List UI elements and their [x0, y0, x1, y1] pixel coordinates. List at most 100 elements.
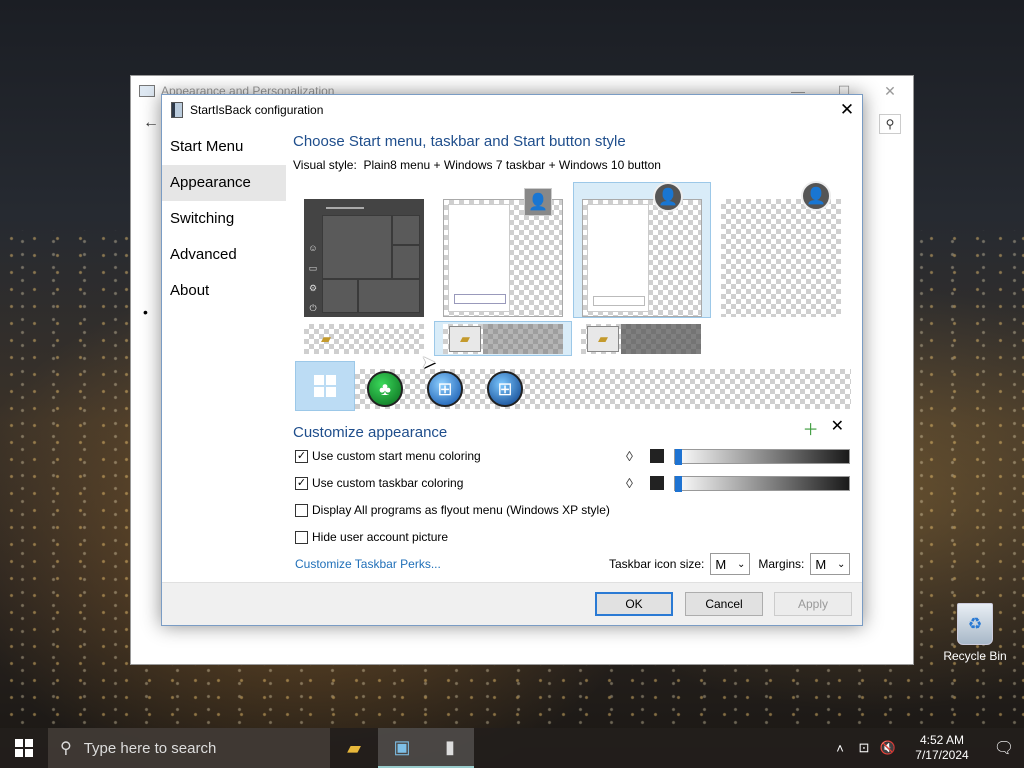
cancel-button[interactable]: Cancel: [685, 592, 763, 616]
option-custom-taskbar-coloring[interactable]: ✓ Use custom taskbar coloring: [295, 476, 463, 490]
mouse-cursor-icon: ➤: [421, 352, 437, 372]
start-button-win7-alt[interactable]: ⊞: [485, 369, 525, 409]
folder-icon: ▰: [587, 326, 619, 352]
search-icon: ⚲: [60, 740, 72, 757]
add-button-icon[interactable]: ＋: [803, 416, 819, 440]
recycle-bin[interactable]: ♻ Recycle Bin: [942, 603, 1008, 663]
clover-orb-icon: ♣: [367, 371, 403, 407]
visual-style-value: Plain8 menu + Windows 7 taskbar + Window…: [363, 158, 661, 172]
close-button[interactable]: ✕: [867, 76, 913, 106]
option-label: Use custom taskbar coloring: [312, 476, 464, 490]
opacity-drop-icon: ◊: [626, 475, 633, 491]
checkbox-taskbar-coloring[interactable]: ✓: [295, 476, 308, 490]
apply-button[interactable]: Apply: [774, 592, 852, 616]
taskbar: ⚲ Type here to search ▰ ▣ ▮ ˄ ⊡ 🔇 4:52 A…: [0, 728, 1024, 768]
opacity-drop-icon: ◊: [626, 448, 633, 464]
color-swatch[interactable]: [650, 449, 664, 463]
start-menu-style-transparent[interactable]: 👤: [721, 181, 841, 317]
icon-size-value: M: [715, 556, 727, 572]
checkbox-hide-picture[interactable]: [295, 530, 308, 544]
content-area: Choose Start menu, taskbar and Start but…: [293, 133, 853, 172]
chevron-down-icon: ⌄: [837, 558, 846, 570]
style-heading: Choose Start menu, taskbar and Start but…: [293, 133, 626, 150]
recycle-bin-icon: ♻: [957, 603, 993, 645]
recycle-bin-label: Recycle Bin: [943, 649, 1007, 663]
taskbar-style-win7[interactable]: ▰: [443, 324, 563, 354]
start-button[interactable]: [0, 728, 48, 768]
taskbar-style-1[interactable]: ▰: [304, 324, 424, 354]
win7-alt-orb-icon: ⊞: [487, 371, 523, 407]
option-label: Use custom start menu coloring: [312, 449, 481, 463]
search-icon[interactable]: ⚲: [879, 114, 901, 134]
icon-size-select[interactable]: M ⌄: [710, 553, 751, 575]
clock[interactable]: 4:52 AM 7/17/2024: [906, 733, 978, 763]
option-label: Display All programs as flyout menu (Win…: [312, 503, 610, 517]
windows-logo-icon: [15, 739, 33, 757]
search-placeholder: Type here to search: [83, 739, 217, 757]
user-avatar-icon: 👤: [801, 181, 831, 211]
customize-taskbar-perks-link[interactable]: Customize Taskbar Perks...: [295, 557, 441, 571]
nav-item-start-menu[interactable]: Start Menu: [162, 129, 286, 165]
control-panel-taskbar-icon[interactable]: ▣: [378, 728, 426, 768]
network-icon[interactable]: ⊡: [852, 740, 876, 756]
margins-select[interactable]: M ⌄: [810, 553, 851, 575]
margins-value: M: [815, 556, 827, 572]
checkbox-start-coloring[interactable]: ✓: [295, 449, 308, 463]
clock-time: 4:52 AM: [919, 733, 965, 747]
taskbar-search-box[interactable]: ⚲ Type here to search: [48, 728, 330, 768]
volume-muted-icon[interactable]: 🔇: [876, 740, 900, 756]
taskbar-style-3[interactable]: ▰: [581, 324, 701, 354]
start-button-clover[interactable]: ♣: [365, 369, 405, 409]
nav-list: Start Menu Appearance Switching Advanced…: [162, 129, 286, 309]
startisback-taskbar-icon[interactable]: ▮: [426, 728, 474, 768]
user-icon: ☺: [308, 243, 318, 253]
power-icon: ⏻: [309, 303, 317, 313]
nav-item-about[interactable]: About: [162, 273, 286, 309]
option-hide-account-picture[interactable]: Hide user account picture: [295, 530, 448, 544]
system-tray: ˄ ⊡ 🔇 4:52 AM 7/17/2024 🗨: [828, 728, 1024, 768]
ok-button[interactable]: OK: [595, 592, 673, 616]
start-menu-style-win7[interactable]: 👤: [443, 188, 563, 317]
dialog-close-button[interactable]: ✕: [832, 95, 862, 125]
nav-item-advanced[interactable]: Advanced: [162, 237, 286, 273]
control-panel-icon: [139, 85, 155, 97]
dialog-title: StartIsBack configuration: [190, 103, 324, 117]
visual-style-line: Visual style: Plain8 menu + Windows 7 ta…: [293, 158, 853, 172]
checkbox-flyout-menu[interactable]: [295, 503, 308, 517]
start-menu-opacity-slider[interactable]: [674, 448, 850, 465]
nav-item-switching[interactable]: Switching: [162, 201, 286, 237]
gear-icon: ⚙: [308, 283, 318, 293]
remove-button-icon[interactable]: ✕: [831, 416, 844, 440]
start-menu-style-plain10[interactable]: ☺ ▭ ⚙ ⏻: [304, 199, 424, 317]
slider-knob[interactable]: [675, 448, 682, 465]
folder-icon: ▭: [308, 263, 318, 273]
bullet-icon: •: [143, 304, 148, 320]
start-button-win7[interactable]: ⊞: [425, 369, 465, 409]
nav-item-appearance[interactable]: Appearance: [162, 165, 286, 201]
option-flyout-menu[interactable]: Display All programs as flyout menu (Win…: [295, 503, 610, 517]
file-explorer-icon[interactable]: ▰: [330, 728, 378, 768]
option-label: Hide user account picture: [312, 530, 449, 544]
start-button-win10[interactable]: [295, 361, 355, 411]
startisback-dialog: StartIsBack configuration ✕ Start Menu A…: [161, 94, 863, 626]
start-menu-color-controls: ◊: [626, 448, 850, 465]
start-menu-style-plain8[interactable]: 👤: [582, 182, 702, 317]
customize-heading: Customize appearance: [293, 424, 448, 441]
slider-knob[interactable]: [675, 475, 682, 492]
back-arrow-icon[interactable]: ←: [143, 114, 159, 132]
user-avatar-icon: 👤: [653, 182, 683, 212]
icon-size-label: Taskbar icon size:: [609, 557, 705, 571]
chevron-up-icon[interactable]: ˄: [828, 741, 852, 756]
win7-orb-icon: ⊞: [427, 371, 463, 407]
start-button-strip: ♣ ⊞ ⊞: [295, 361, 851, 411]
option-custom-start-coloring[interactable]: ✓ Use custom start menu coloring: [295, 449, 481, 463]
color-swatch[interactable]: [650, 476, 664, 490]
visual-style-label: Visual style:: [293, 158, 357, 172]
folder-icon: ▰: [449, 326, 481, 352]
user-avatar-icon: 👤: [524, 188, 552, 216]
taskbar-opacity-slider[interactable]: [674, 475, 850, 492]
startisback-icon: [171, 102, 183, 118]
folder-icon: ▰: [321, 331, 331, 346]
notification-center-icon[interactable]: 🗨: [984, 738, 1024, 758]
chevron-down-icon: ⌄: [736, 558, 746, 570]
